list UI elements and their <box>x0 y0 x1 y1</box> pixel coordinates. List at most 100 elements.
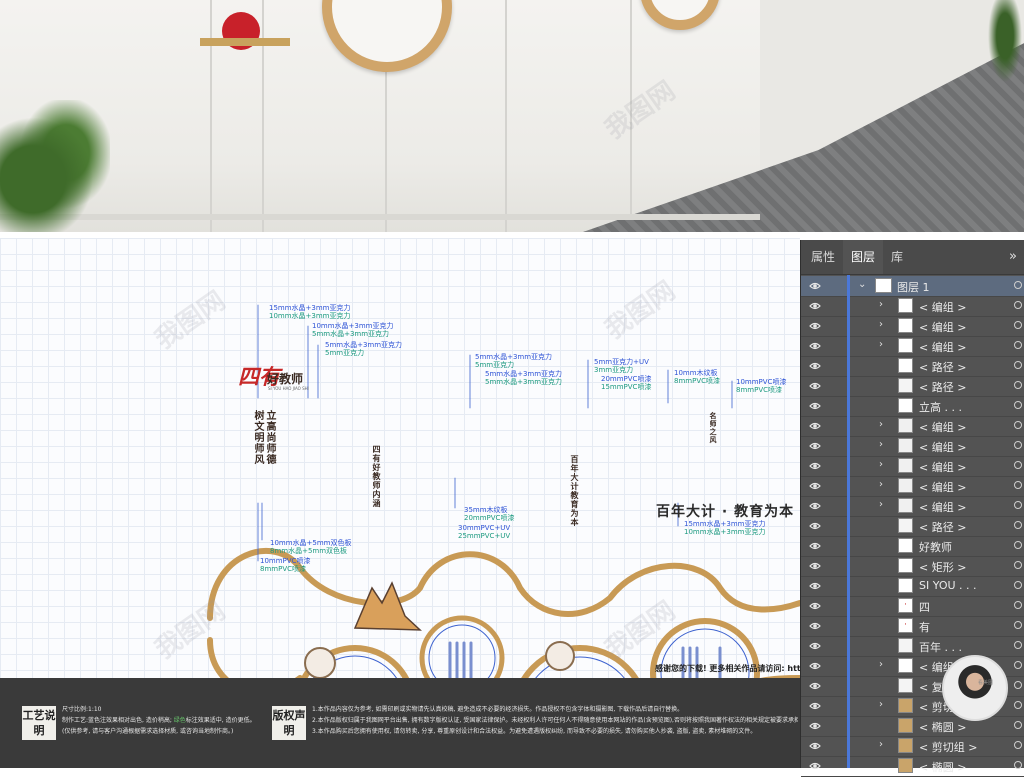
layer-row[interactable]: < 椭圆 > <box>801 716 1024 737</box>
layer-row[interactable]: 立高 . . . <box>801 396 1024 417</box>
layer-row[interactable]: › < 编组 > <box>801 456 1024 477</box>
gold-bar-decoration <box>200 38 290 46</box>
eye-visibility-icon[interactable] <box>809 660 821 672</box>
layer-target-icon[interactable] <box>1014 421 1022 429</box>
chevron-right-icon[interactable]: › <box>879 499 883 510</box>
layer-row[interactable]: < 矩形 > <box>801 556 1024 577</box>
eye-visibility-icon[interactable] <box>809 360 821 372</box>
eye-visibility-icon[interactable] <box>809 620 821 632</box>
layer-target-icon[interactable] <box>1014 641 1022 649</box>
chevron-right-icon[interactable]: › <box>879 339 883 350</box>
material-annotation: 8mmPVC喷漆 <box>736 386 782 394</box>
tab-layers[interactable]: 图层 <box>843 240 884 274</box>
eye-visibility-icon[interactable] <box>809 540 821 552</box>
layer-target-icon[interactable] <box>1014 401 1022 409</box>
plant-right <box>985 0 1024 90</box>
layer-target-icon[interactable] <box>1014 681 1022 689</box>
eye-visibility-icon[interactable] <box>809 280 821 292</box>
eye-visibility-icon[interactable] <box>809 580 821 592</box>
layer-row[interactable]: › < 编组 > <box>801 416 1024 437</box>
layer-target-icon[interactable] <box>1014 301 1022 309</box>
material-annotation: 20mmPVC喷漆 <box>464 514 515 522</box>
layer-target-icon[interactable] <box>1014 281 1022 289</box>
layer-thumbnail <box>898 698 913 713</box>
layer-row[interactable]: < 路径 > <box>801 376 1024 397</box>
eye-visibility-icon[interactable] <box>809 720 821 732</box>
layer-row[interactable]: ⌄ 图层 1 <box>801 276 1024 297</box>
eye-visibility-icon[interactable] <box>809 520 821 532</box>
layer-thumbnail <box>898 378 913 393</box>
eye-visibility-icon[interactable] <box>809 300 821 312</box>
layer-name: < 椭圆 > <box>919 721 967 734</box>
layer-row[interactable]: · 四 <box>801 596 1024 617</box>
chevron-right-icon[interactable]: › <box>879 299 883 310</box>
layer-target-icon[interactable] <box>1014 561 1022 569</box>
eye-visibility-icon[interactable] <box>809 600 821 612</box>
layer-row[interactable]: › < 编组 > <box>801 476 1024 497</box>
eye-visibility-icon[interactable] <box>809 760 821 772</box>
layer-target-icon[interactable] <box>1014 361 1022 369</box>
layer-name: < 编组 > <box>919 341 967 354</box>
layer-row[interactable]: < 椭圆 > <box>801 756 1024 777</box>
layer-row[interactable]: › < 编组 > <box>801 436 1024 457</box>
layer-row[interactable]: SI YOU . . . <box>801 576 1024 597</box>
layer-target-icon[interactable] <box>1014 321 1022 329</box>
eye-visibility-icon[interactable] <box>809 340 821 352</box>
eye-visibility-icon[interactable] <box>809 700 821 712</box>
layer-target-icon[interactable] <box>1014 341 1022 349</box>
eye-visibility-icon[interactable] <box>809 460 821 472</box>
eye-visibility-icon[interactable] <box>809 500 821 512</box>
layer-target-icon[interactable] <box>1014 621 1022 629</box>
eye-visibility-icon[interactable] <box>809 420 821 432</box>
layer-target-icon[interactable] <box>1014 541 1022 549</box>
material-annotation: 5mm水晶+3mm亚克力 <box>485 378 563 386</box>
layer-row[interactable]: › < 编组 > <box>801 296 1024 317</box>
material-annotation: 15mm水晶+3mm亚克力 <box>684 520 766 528</box>
layer-row[interactable]: › < 剪切组 > <box>801 736 1024 757</box>
layer-target-icon[interactable] <box>1014 381 1022 389</box>
eye-visibility-icon[interactable] <box>809 560 821 572</box>
chevron-right-icon[interactable]: › <box>879 699 883 710</box>
chevron-right-icon[interactable]: › <box>879 439 883 450</box>
eye-visibility-icon[interactable] <box>809 640 821 652</box>
title-hao-jiao-shi: 好教师 <box>267 372 304 386</box>
layer-row[interactable]: › < 编组 > <box>801 496 1024 517</box>
layer-row[interactable]: › < 编组 > <box>801 316 1024 337</box>
tab-properties[interactable]: 属性 <box>809 240 837 274</box>
eye-visibility-icon[interactable] <box>809 440 821 452</box>
eye-visibility-icon[interactable] <box>809 380 821 392</box>
chevron-right-icon[interactable]: › <box>879 479 883 490</box>
eye-visibility-icon[interactable] <box>809 680 821 692</box>
eye-visibility-icon[interactable] <box>809 400 821 412</box>
layer-target-icon[interactable] <box>1014 501 1022 509</box>
eye-visibility-icon[interactable] <box>809 480 821 492</box>
layer-target-icon[interactable] <box>1014 661 1022 669</box>
chevron-right-icon[interactable]: › <box>879 459 883 470</box>
layer-target-icon[interactable] <box>1014 521 1022 529</box>
layer-row[interactable]: < 路径 > <box>801 356 1024 377</box>
layer-target-icon[interactable] <box>1014 481 1022 489</box>
layer-target-icon[interactable] <box>1014 461 1022 469</box>
layer-target-icon[interactable] <box>1014 721 1022 729</box>
collapse-panel-icon[interactable]: » <box>1009 240 1017 274</box>
chevron-right-icon[interactable]: › <box>879 739 883 750</box>
layer-target-icon[interactable] <box>1014 581 1022 589</box>
chevron-right-icon[interactable]: › <box>879 659 883 670</box>
eye-visibility-icon[interactable] <box>809 320 821 332</box>
layer-name: 有 <box>919 621 930 634</box>
layer-target-icon[interactable] <box>1014 601 1022 609</box>
layer-target-icon[interactable] <box>1014 701 1022 709</box>
layer-row[interactable]: < 路径 > <box>801 516 1024 537</box>
chevron-right-icon[interactable]: › <box>879 319 883 330</box>
layer-thumbnail <box>898 298 913 313</box>
layer-row[interactable]: · 有 <box>801 616 1024 637</box>
layer-row[interactable]: 百年 . . . <box>801 636 1024 657</box>
eye-visibility-icon[interactable] <box>809 740 821 752</box>
chevron-right-icon[interactable]: › <box>879 419 883 430</box>
layer-target-icon[interactable] <box>1014 441 1022 449</box>
layer-row[interactable]: 好教师 <box>801 536 1024 557</box>
tab-library[interactable]: 库 <box>891 240 903 274</box>
chevron-down-icon[interactable]: ⌄ <box>858 279 866 290</box>
layer-target-icon[interactable] <box>1014 741 1022 749</box>
layer-row[interactable]: › < 编组 > <box>801 336 1024 357</box>
